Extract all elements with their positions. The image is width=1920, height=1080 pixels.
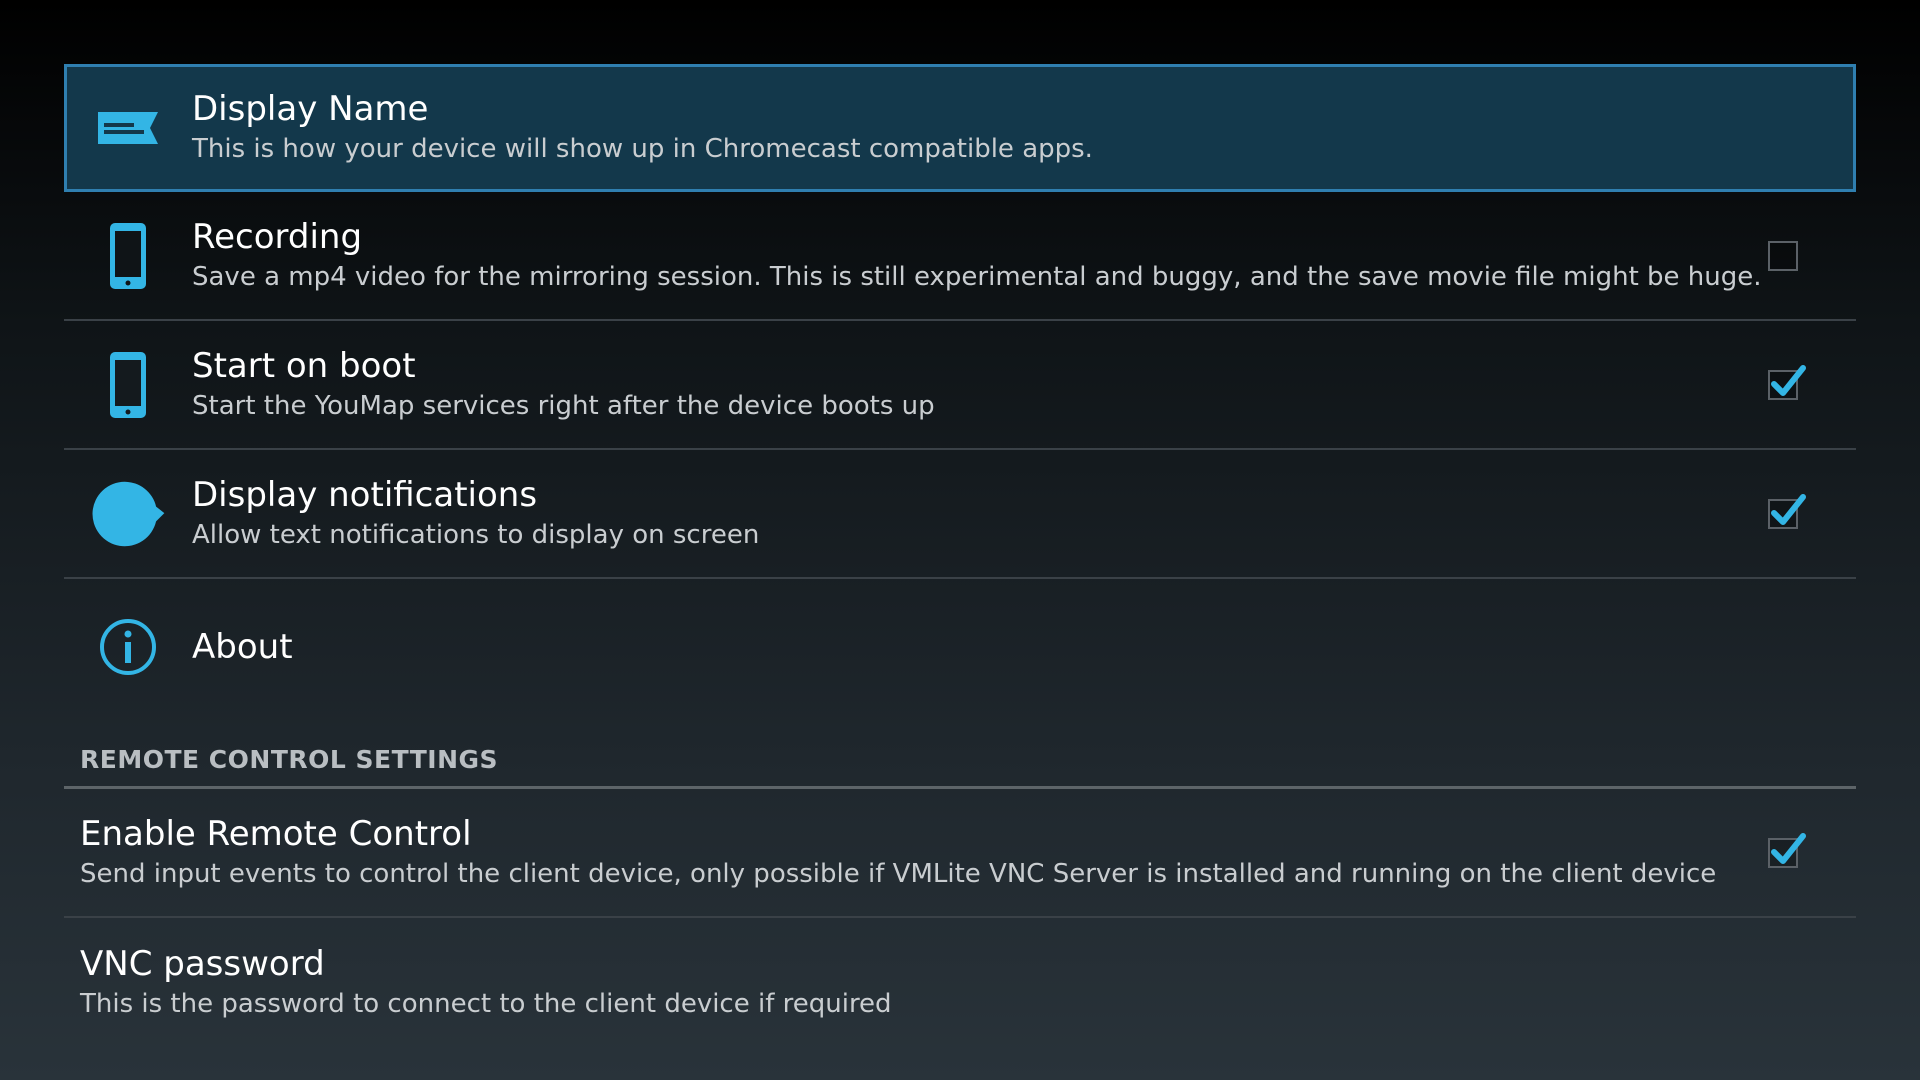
setting-summary: Send input events to control the client … [80, 858, 1717, 889]
setting-summary: Allow text notifications to display on s… [192, 519, 760, 550]
setting-title: Display notifications [192, 474, 538, 515]
settings-list: Display Name This is how your device wil… [64, 64, 1856, 1047]
setting-summary: Start the YouMap services right after th… [192, 390, 935, 421]
phone-icon [90, 218, 166, 294]
section-header-label: REMOTE CONTROL SETTINGS [80, 745, 499, 774]
phone-icon [90, 347, 166, 423]
setting-about[interactable]: About [64, 579, 1856, 715]
checkmark-icon [1771, 364, 1806, 396]
setting-display-name[interactable]: Display Name This is how your device wil… [64, 64, 1856, 192]
setting-summary: This is the password to connect to the c… [80, 988, 892, 1019]
checkmark-icon [1771, 832, 1806, 864]
setting-enable-remote-control[interactable]: Enable Remote Control Send input events … [64, 789, 1856, 918]
setting-recording[interactable]: Recording Save a mp4 video for the mirro… [64, 192, 1856, 321]
setting-vnc-password[interactable]: VNC password This is the password to con… [64, 918, 1856, 1047]
setting-summary: Save a mp4 video for the mirroring sessi… [192, 261, 1762, 292]
setting-title: VNC password [80, 943, 325, 984]
setting-title: Enable Remote Control [80, 813, 472, 854]
setting-start-on-boot[interactable]: Start on boot Start the YouMap services … [64, 321, 1856, 450]
chat-bubble-icon [90, 476, 166, 552]
start-on-boot-checkbox[interactable] [1768, 364, 1806, 400]
display-notifications-checkbox[interactable] [1768, 493, 1806, 529]
label-icon [90, 90, 166, 166]
section-header-remote-control: REMOTE CONTROL SETTINGS [64, 715, 1856, 789]
setting-display-notifications[interactable]: Display notifications Allow text notific… [64, 450, 1856, 579]
recording-checkbox[interactable] [1768, 240, 1798, 271]
enable-remote-control-checkbox[interactable] [1768, 832, 1806, 868]
setting-title: Start on boot [192, 345, 416, 386]
setting-title: About [192, 627, 293, 667]
setting-title: Display Name [192, 89, 429, 129]
setting-title: Recording [192, 216, 363, 257]
info-icon [90, 609, 166, 685]
checkmark-icon [1771, 493, 1806, 525]
setting-summary: This is how your device will show up in … [192, 134, 1093, 164]
